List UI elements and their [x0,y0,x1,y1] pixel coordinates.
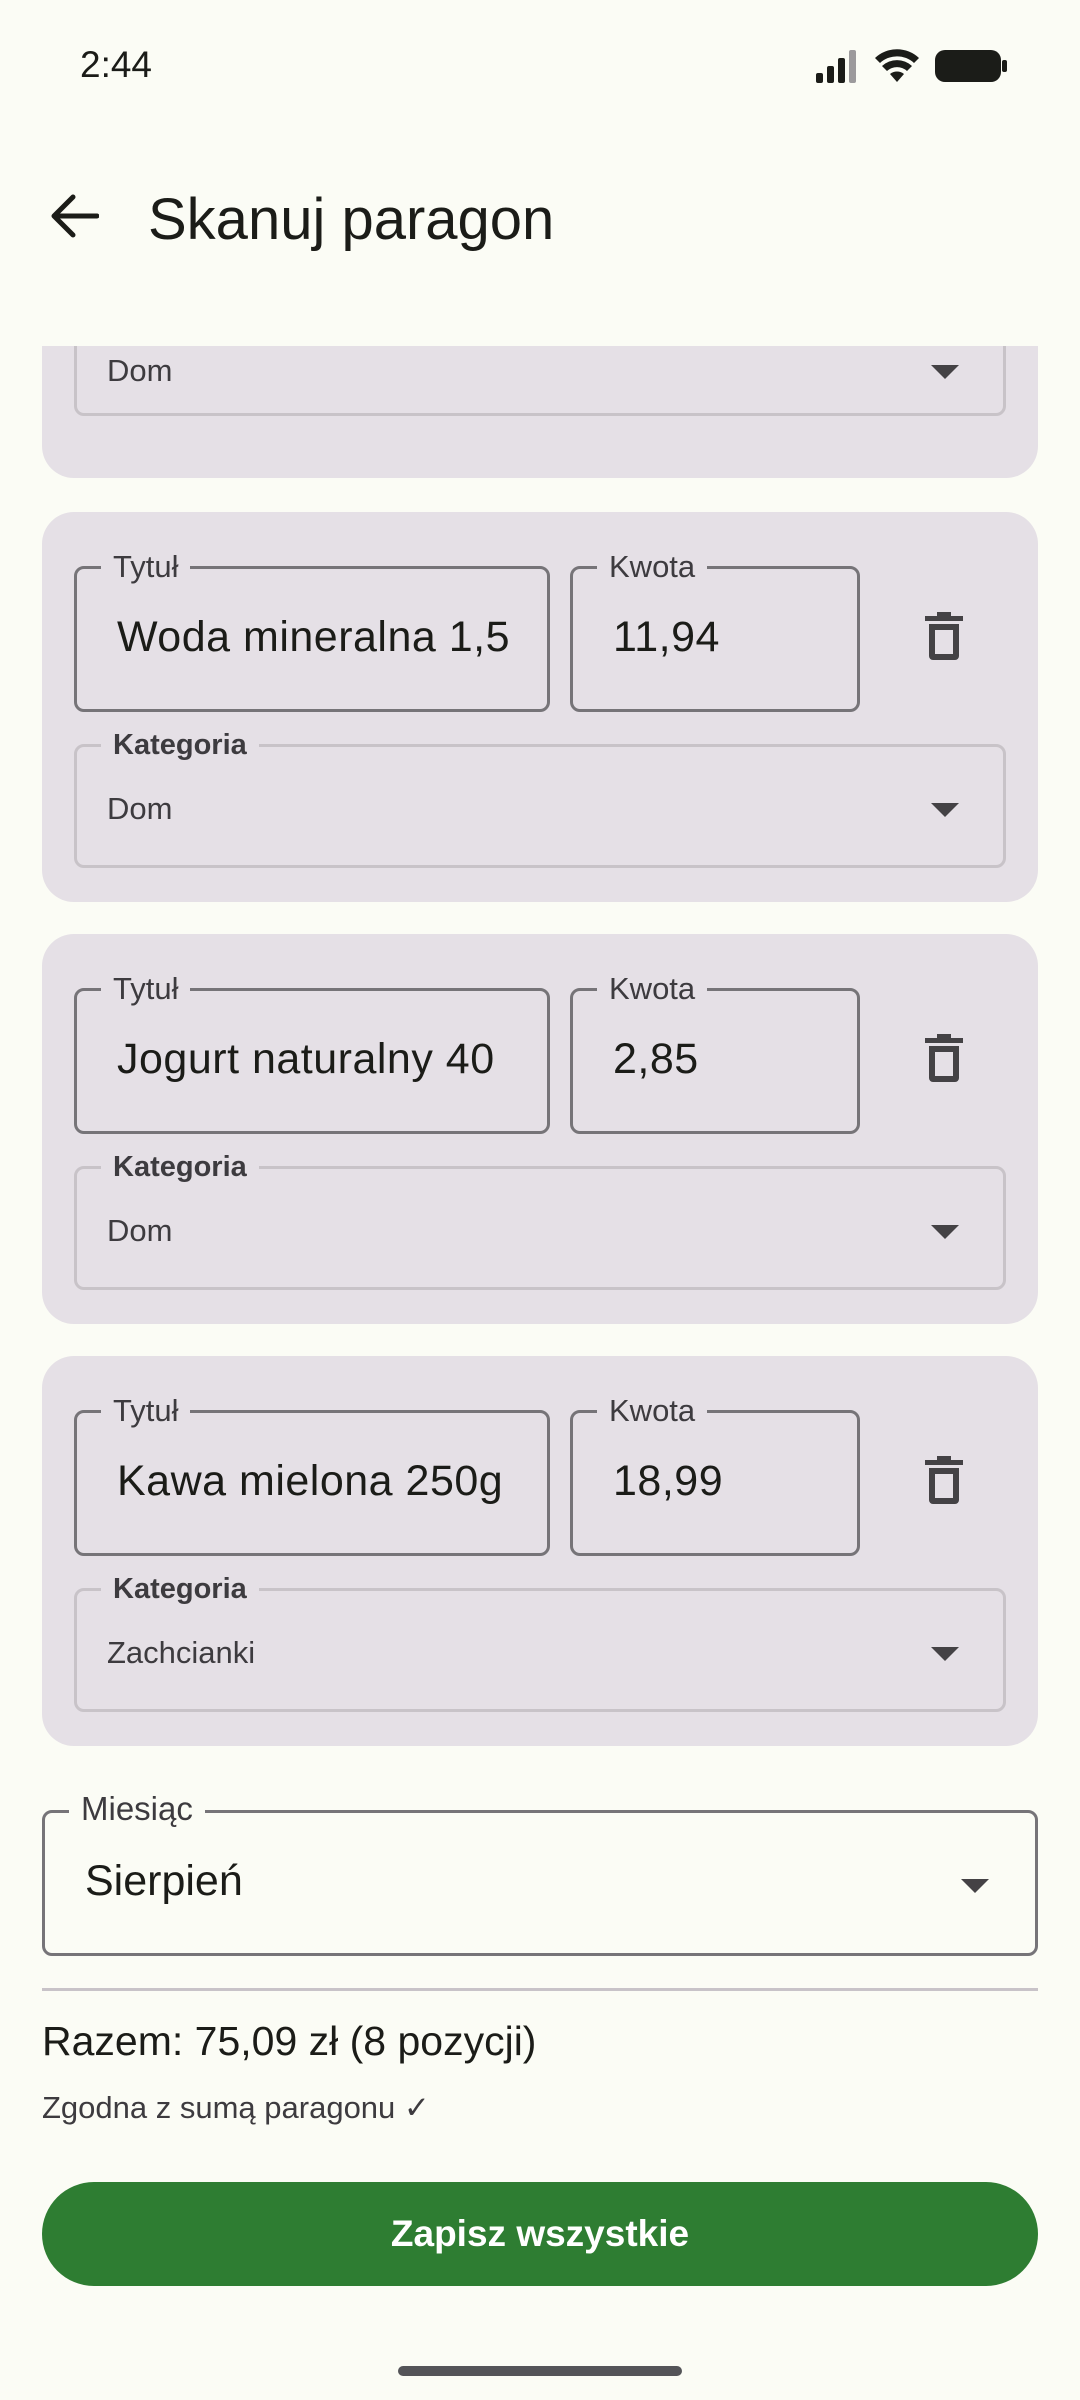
signal-icon [814,49,860,88]
trash-icon [925,1455,963,1509]
title-label: Tytuł [101,549,191,585]
receipt-match-status: Zgodna z sumą paragonu ✓ [42,2090,430,2125]
amount-value: 18,99 [613,1457,724,1505]
page-title: Skanuj paragon [148,187,555,252]
chevron-down-icon [931,1225,959,1239]
title-value: Jogurt naturalny 40 [117,1035,495,1083]
wifi-icon [874,48,920,89]
divider [42,1988,1038,1991]
total-summary: Razem: 75,09 zł (8 pozycji) [42,2018,537,2064]
month-value: Sierpień [85,1857,243,1905]
title-label: Tytuł [101,1393,191,1429]
items-list[interactable]: Dom Tytuł Woda mineralna 1,5 Kwota 11,94… [0,346,1080,1746]
amount-label: Kwota [597,549,708,585]
category-label: Kategoria [101,1149,259,1185]
chevron-down-icon [931,365,959,379]
amount-field[interactable]: Kwota 2,85 [570,971,860,1134]
status-icons [814,48,1008,89]
title-field[interactable]: Tytuł Woda mineralna 1,5 [74,549,550,712]
item-card: Tytuł Woda mineralna 1,5 Kwota 11,94 Kat… [42,512,1038,902]
status-bar: 2:44 [0,0,1080,130]
amount-value: 11,94 [613,613,720,661]
title-label: Tytuł [101,971,191,1007]
item-card: Tytuł Jogurt naturalny 40 Kwota 2,85 Kat… [42,934,1038,1324]
category-label: Kategoria [101,727,259,763]
title-field[interactable]: Tytuł Kawa mielona 250g [74,1393,550,1556]
title-field[interactable]: Tytuł Jogurt naturalny 40 [74,971,550,1134]
arrow-back-icon [49,194,100,243]
home-indicator[interactable] [398,2366,682,2376]
category-value: Dom [107,791,173,826]
item-card: Tytuł Kawa mielona 250g Kwota 18,99 Kate… [42,1356,1038,1746]
category-value: Dom [107,353,173,388]
save-all-button[interactable]: Zapisz wszystkie [42,2182,1038,2286]
chevron-down-icon [931,803,959,817]
category-select[interactable]: Kategoria Dom [74,727,1006,868]
delete-button[interactable] [904,1020,984,1100]
delete-button[interactable] [904,1442,984,1522]
delete-button[interactable] [904,598,984,678]
amount-field[interactable]: Kwota 11,94 [570,549,860,712]
category-select[interactable]: Kategoria Zachcianki [74,1571,1006,1712]
category-select[interactable]: Kategoria Dom [74,1149,1006,1290]
category-value: Dom [107,1213,173,1248]
trash-icon [925,611,963,665]
amount-label: Kwota [597,971,708,1007]
back-button[interactable] [38,182,110,254]
app-bar: Skanuj paragon [0,130,1080,310]
item-card-partial: Dom [42,346,1038,478]
status-time: 2:44 [80,44,153,85]
title-value: Kawa mielona 250g [117,1457,504,1505]
chevron-down-icon [961,1879,989,1893]
amount-label: Kwota [597,1393,708,1429]
month-label: Miesiąc [69,1791,205,1827]
amount-field[interactable]: Kwota 18,99 [570,1393,860,1556]
amount-value: 2,85 [613,1035,699,1083]
month-select[interactable]: Miesiąc Sierpień [42,1791,1038,1956]
title-value: Woda mineralna 1,5 [117,613,511,661]
category-value: Zachcianki [107,1635,256,1670]
chevron-down-icon [931,1647,959,1661]
battery-icon [934,49,1008,88]
category-select[interactable]: Dom [74,346,1006,416]
trash-icon [925,1033,963,1087]
category-label: Kategoria [101,1571,259,1607]
